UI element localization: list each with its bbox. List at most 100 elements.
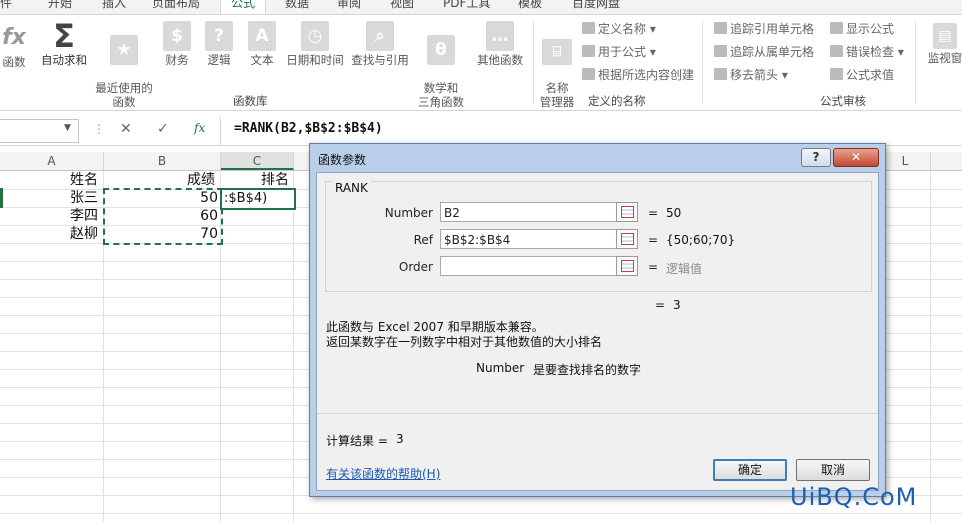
grid-line — [930, 171, 931, 522]
name-manager-button[interactable]: ⌸ 名称 管理器 — [537, 25, 577, 109]
formula-bar: ▼ ⋮ ✕ ✓ fx =RANK(B2,$B$2:$B$4) — [0, 117, 962, 146]
error-checking-button[interactable]: 错误检查 ▾ — [830, 42, 904, 62]
create-icon — [582, 68, 595, 80]
column-header-b[interactable]: B — [104, 152, 221, 170]
arguments-group: RANK Number B2 = 50 Ref $B$2:$B$4 = {50;… — [325, 181, 872, 292]
watermark: UiBQ.CoM — [790, 483, 918, 511]
ribbon-tab-bar: 件 开始 插入 页面布局 公式 数据 审阅 视图 PDF工具 模板 百度网盘 — [0, 0, 962, 15]
group-label-function-library: 函数库 — [233, 94, 268, 108]
insert-function-fx-button[interactable]: fx — [194, 121, 205, 135]
autosum-label: 自动求和 — [41, 53, 87, 67]
trace-dependents-button[interactable]: 追踪从属单元格 — [714, 42, 814, 62]
cancel-button[interactable]: 取消 — [796, 459, 870, 481]
row-indicator — [0, 188, 3, 208]
active-cell-c2[interactable]: :$B$4) — [220, 188, 296, 210]
define-name-button[interactable]: 定义名称 ▾ — [582, 19, 656, 39]
recent-functions-button[interactable]: ★ 最近使用的 函数 — [92, 21, 156, 109]
grid-line — [0, 513, 962, 514]
cell-b1[interactable]: 成绩 — [187, 171, 215, 189]
cell-a2[interactable]: 张三 — [70, 189, 98, 207]
group-label-formula-auditing: 公式审核 — [820, 94, 866, 108]
ok-button[interactable]: 确定 — [713, 459, 787, 481]
function-arguments-dialog: 函数参数 ? ✕ RANK Number B2 = 50 Ref $B$2:$B… — [309, 143, 886, 497]
tab-baidu-netdisk[interactable]: 百度网盘 — [572, 0, 620, 11]
tab-pdf-tools[interactable]: PDF工具 — [443, 0, 490, 11]
tab-home[interactable]: 开始 — [48, 0, 72, 11]
arg-ref-input[interactable]: $B$2:$B$4 — [440, 229, 636, 249]
magnifier-icon: ⌕ — [366, 21, 394, 51]
equals-sign: = — [648, 260, 659, 274]
insert-function-label: 函数 — [2, 55, 26, 69]
equals-sign: = — [655, 298, 666, 312]
enter-button[interactable]: ✓ — [157, 121, 169, 137]
calc-result-label: 计算结果 = — [326, 434, 388, 448]
tab-insert[interactable]: 插入 — [102, 0, 126, 11]
cancel-entry-button[interactable]: ✕ — [120, 121, 132, 137]
column-header-a[interactable]: A — [0, 152, 104, 170]
question-icon: ? — [205, 21, 233, 51]
ellipsis-icon: … — [486, 21, 514, 51]
lookup-reference-button[interactable]: ⌕ 查找与引用 — [348, 21, 412, 67]
tab-file[interactable]: 件 — [0, 0, 12, 11]
trace-precedents-button[interactable]: 追踪引用单元格 — [714, 19, 814, 39]
use-in-formula-button[interactable]: 用于公式 ▾ — [582, 42, 656, 62]
cell-c1[interactable]: 排名 — [261, 171, 289, 189]
show-formulas-button[interactable]: 显示公式 — [830, 19, 894, 39]
math-trig-button[interactable]: θ 数学和 三角函数 — [413, 21, 469, 109]
watch-window-icon: ▤ — [933, 23, 957, 49]
financial-button[interactable]: $ 财务 — [160, 21, 194, 67]
define-name-label: 定义名称 — [598, 22, 647, 36]
logical-button[interactable]: ? 逻辑 — [202, 21, 236, 67]
remove-arrows-button[interactable]: 移去箭头 ▾ — [714, 65, 788, 85]
watch-window-button[interactable]: ▤ 监视窗 — [924, 23, 962, 65]
evaluate-formula-button[interactable]: 公式求值 — [830, 65, 894, 85]
formula-icon — [582, 45, 595, 57]
arg-order-label: Order — [398, 260, 433, 274]
date-time-button[interactable]: ◷ 日期和时间 — [282, 21, 348, 67]
cell-a3[interactable]: 李四 — [70, 207, 98, 225]
more-functions-button[interactable]: … 其他函数 — [473, 21, 527, 67]
tab-formulas[interactable]: 公式 — [220, 0, 267, 14]
column-header-l[interactable]: L — [880, 152, 931, 170]
arg-order-result: 逻辑值 — [666, 262, 703, 276]
tab-page-layout[interactable]: 页面布局 — [152, 0, 200, 11]
question-icon: ? — [812, 150, 820, 164]
collapse-dialog-button[interactable] — [616, 202, 638, 222]
collapse-dialog-button[interactable] — [616, 256, 638, 276]
arg-number-result: 50 — [666, 206, 682, 220]
error-checking-label: 错误检查 — [846, 45, 895, 59]
tab-templates[interactable]: 模板 — [518, 0, 542, 11]
create-from-selection-button[interactable]: 根据所选内容创建 — [582, 65, 694, 85]
insert-function-button[interactable]: fx 函数 — [0, 23, 34, 69]
theta-icon: θ — [427, 35, 455, 65]
collapse-dialog-button[interactable] — [616, 229, 638, 249]
dialog-help-button[interactable]: ? — [801, 148, 831, 167]
function-name: RANK — [332, 181, 371, 195]
create-from-selection-label: 根据所选内容创建 — [598, 68, 695, 82]
autosum-button[interactable]: Σ 自动求和 — [37, 20, 91, 67]
clock-icon: ◷ — [301, 21, 329, 51]
range-select-icon — [621, 233, 634, 245]
cell-a4[interactable]: 赵柳 — [70, 225, 98, 243]
watch-window-label: 监视窗 — [927, 51, 962, 65]
reference-marquee — [103, 188, 223, 245]
function-help-link[interactable]: 有关该函数的帮助(H) — [326, 465, 440, 482]
text-functions-label: 文本 — [250, 53, 274, 67]
column-header-c[interactable]: C — [221, 152, 294, 170]
star-icon: ★ — [110, 35, 138, 65]
arg-number-input[interactable]: B2 — [440, 202, 636, 222]
arg-ref-result: {50;60;70} — [666, 233, 736, 247]
tab-data[interactable]: 数据 — [285, 0, 309, 11]
math-trig-label: 数学和 三角函数 — [418, 81, 464, 109]
tab-view[interactable]: 视图 — [390, 0, 414, 11]
active-cell-text: :$B$4) — [224, 191, 268, 206]
name-box[interactable]: ▼ — [0, 119, 79, 143]
formula-input[interactable]: =RANK(B2,$B$2:$B$4) — [234, 121, 383, 136]
tab-review[interactable]: 审阅 — [337, 0, 361, 11]
text-functions-button[interactable]: A 文本 — [245, 21, 279, 67]
ribbon: fx 函数 Σ 自动求和 ★ 最近使用的 函数 $ 财务 ? 逻辑 A 文本 ◷… — [0, 15, 962, 111]
cell-a1[interactable]: 姓名 — [70, 171, 98, 189]
equals-sign: = — [648, 233, 659, 247]
dialog-close-button[interactable]: ✕ — [833, 148, 879, 167]
arg-order-input[interactable] — [440, 256, 636, 276]
